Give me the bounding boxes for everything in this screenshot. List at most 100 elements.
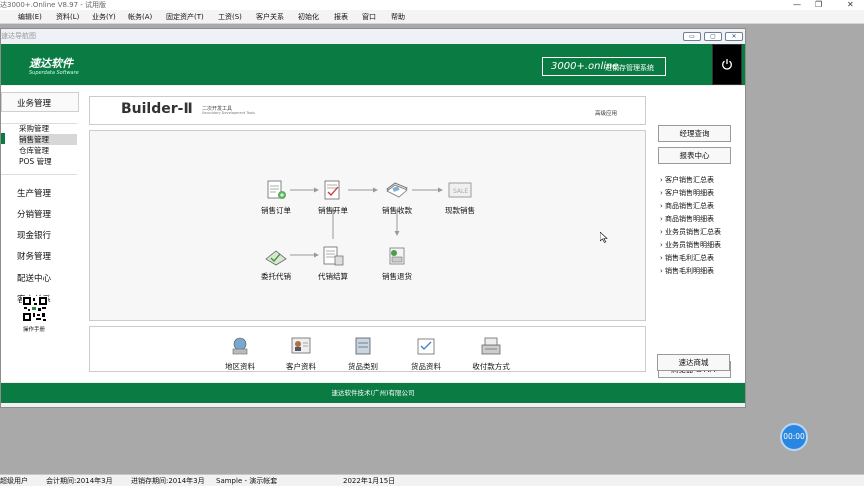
report-link-1[interactable]: › 客户销售汇总表 xyxy=(660,175,714,185)
builder-banner[interactable]: Builder-Ⅱ 二次开发工具 Secondary Development T… xyxy=(89,96,646,125)
product-brand: 3000+.online 进销存管理系统 xyxy=(542,57,666,76)
company-footer: 速达软件技术(广州)有限公司 xyxy=(1,383,745,403)
payment-method-label: 收付款方式 xyxy=(472,362,510,371)
menu-help[interactable]: 帮助 xyxy=(391,10,405,24)
menu-fixed-assets[interactable]: 固定资产(T) xyxy=(166,10,204,24)
sidebar-sub-warehouse[interactable]: 仓库管理 xyxy=(19,145,77,156)
flow-connectors xyxy=(290,187,443,258)
goods-icon xyxy=(417,338,435,355)
main-content: Builder-Ⅱ 二次开发工具 Secondary Development T… xyxy=(81,86,656,382)
app-title: 达3000+.Online V8.97 - 试用版 xyxy=(0,1,107,9)
region-icon xyxy=(232,337,248,355)
menu-crm[interactable]: 客户关系 xyxy=(256,10,284,24)
flow-sales-order[interactable]: 销售订单 xyxy=(256,179,296,216)
sidebar-item-finance[interactable]: 财务管理 xyxy=(17,250,51,262)
payment-method-icon xyxy=(481,337,501,355)
flow-sales-return[interactable]: 销售退货 xyxy=(377,245,417,282)
window-minimize-button[interactable]: ▭ xyxy=(683,32,701,41)
consign-settle-icon xyxy=(323,246,344,266)
app-titlebar: 达3000+.Online V8.97 - 试用版 — ❐ ✕ xyxy=(0,0,864,10)
flow-consign-settle[interactable]: 代销结算 xyxy=(313,245,353,282)
menu-reports[interactable]: 报表 xyxy=(334,10,348,24)
report-link-8[interactable]: › 销售毛利明细表 xyxy=(660,266,714,276)
report-link-4[interactable]: › 商品销售明细表 xyxy=(660,214,714,224)
customer-label: 客户资料 xyxy=(286,362,316,371)
report-link-7[interactable]: › 销售毛利汇总表 xyxy=(660,253,714,263)
sales-receipt-label: 销售收款 xyxy=(382,206,412,215)
menu-data[interactable]: 资料(L) xyxy=(56,10,79,24)
menu-edit[interactable]: 编辑(E) xyxy=(18,10,42,24)
flow-sales-receipt[interactable]: 销售收款 xyxy=(377,179,417,216)
sidebar-item-production[interactable]: 生产管理 xyxy=(17,187,51,199)
builder-title: Builder-Ⅱ xyxy=(121,101,193,117)
menu-business[interactable]: 业务(Y) xyxy=(92,10,116,24)
menu-init[interactable]: 初始化 xyxy=(298,10,319,24)
report-link-2[interactable]: › 客户销售明细表 xyxy=(660,188,714,198)
power-button[interactable] xyxy=(712,44,742,85)
res-payment-method[interactable]: 收付款方式 xyxy=(471,335,511,372)
goods-label: 货品资料 xyxy=(411,362,441,371)
builder-sub-en: Secondary Development Tools xyxy=(202,111,255,115)
flow-cash-sales[interactable]: SALE 现款销售 xyxy=(440,179,480,216)
sidebar-sub-sales[interactable]: 销售管理 xyxy=(19,134,77,145)
window-close-button[interactable]: ✕ xyxy=(725,32,743,41)
sidebar-item-delivery[interactable]: 配送中心 xyxy=(17,272,51,284)
report-center-button[interactable]: 报表中心 xyxy=(658,147,731,164)
report-link-3[interactable]: › 商品销售汇总表 xyxy=(660,201,714,211)
sales-return-label: 销售退货 xyxy=(382,272,412,281)
menu-payroll[interactable]: 工资(S) xyxy=(218,10,242,24)
res-customer[interactable]: 客户资料 xyxy=(281,335,321,372)
mouse-cursor-icon xyxy=(600,232,608,243)
window-titlebar: 速达导航图 ▭ ▢ ✕ xyxy=(1,29,745,43)
restore-icon[interactable]: ❐ xyxy=(815,0,822,10)
navigator-window: 速达导航图 ▭ ▢ ✕ 速达软件 Superdata Software 3000… xyxy=(0,28,746,408)
flow-consign[interactable]: 委托代销 xyxy=(256,245,296,282)
flow-sales-invoice[interactable]: 销售开单 xyxy=(313,179,353,216)
sales-order-icon xyxy=(267,180,286,199)
window-maximize-button[interactable]: ▢ xyxy=(704,32,722,41)
sales-receipt-icon xyxy=(386,182,408,198)
status-user: 超级用户 xyxy=(0,477,28,485)
right-panel: 经理查询 报表中心 › 客户销售汇总表 › 客户销售明细表 › 商品销售汇总表 … xyxy=(656,86,745,382)
qr-code-icon[interactable] xyxy=(22,296,48,322)
svg-text:SALE: SALE xyxy=(453,188,468,195)
sales-order-label: 销售订单 xyxy=(261,206,291,215)
res-goods[interactable]: 货品资料 xyxy=(406,335,446,372)
menu-accounts[interactable]: 帐务(A) xyxy=(128,10,152,24)
sidebar-item-business[interactable]: 业务管理 xyxy=(17,97,51,109)
company-logo-sub: Superdata Software xyxy=(29,70,79,76)
sidebar-item-distribution[interactable]: 分销管理 xyxy=(17,208,51,220)
brand-header: 速达软件 Superdata Software 3000+.online 进销存… xyxy=(1,44,745,85)
sidebar-sub-pos[interactable]: POS 管理 xyxy=(19,156,77,167)
manual-label[interactable]: 操作手册 xyxy=(23,325,45,333)
goods-category-label: 货品类别 xyxy=(348,362,378,371)
sidebar-item-cash-bank[interactable]: 现金银行 xyxy=(17,229,51,241)
status-bar: 超级用户 会计期间:2014年3月 进销存期间:2014年3月 Sample -… xyxy=(0,474,864,486)
res-region[interactable]: 地区资料 xyxy=(220,335,260,372)
consign-icon xyxy=(265,250,287,266)
sales-invoice-label: 销售开单 xyxy=(318,206,348,215)
manager-query-button[interactable]: 经理查询 xyxy=(658,125,731,142)
minimize-icon[interactable]: — xyxy=(793,0,801,10)
close-icon[interactable]: ✕ xyxy=(847,0,854,10)
status-date: 2022年1月15日 xyxy=(343,477,396,485)
recording-timer[interactable]: 00:00 xyxy=(780,423,808,451)
report-link-6[interactable]: › 业务员销售明细表 xyxy=(660,240,721,250)
res-goods-category[interactable]: 货品类别 xyxy=(343,335,383,372)
status-inventory-period: 进销存期间:2014年3月 xyxy=(131,477,205,485)
brand-sub: 进销存管理系统 xyxy=(605,64,654,72)
mall-button[interactable]: 速达商城 xyxy=(657,354,730,371)
report-link-5[interactable]: › 业务员销售汇总表 xyxy=(660,227,721,237)
status-accounting-period: 会计期间:2014年3月 xyxy=(46,477,113,485)
consign-label: 委托代销 xyxy=(261,272,291,281)
status-account-set: Sample - 演示帐套 xyxy=(216,477,278,485)
menu-window[interactable]: 窗口 xyxy=(362,10,376,24)
sidebar-sub-purchase[interactable]: 采购管理 xyxy=(19,123,77,134)
menu-bar: 编辑(E) 资料(L) 业务(Y) 帐务(A) 固定资产(T) 工资(S) 客户… xyxy=(0,10,864,24)
advanced-app-label[interactable]: 高级应用 xyxy=(595,109,617,117)
consign-settle-label: 代销结算 xyxy=(318,272,348,281)
sidebar: 业务管理 采购管理 销售管理 仓库管理 POS 管理 生产管理 分销管理 现金银… xyxy=(1,86,81,382)
sales-return-icon xyxy=(389,247,405,265)
goods-category-icon xyxy=(355,337,371,355)
window-title: 速达导航图 xyxy=(1,32,36,40)
